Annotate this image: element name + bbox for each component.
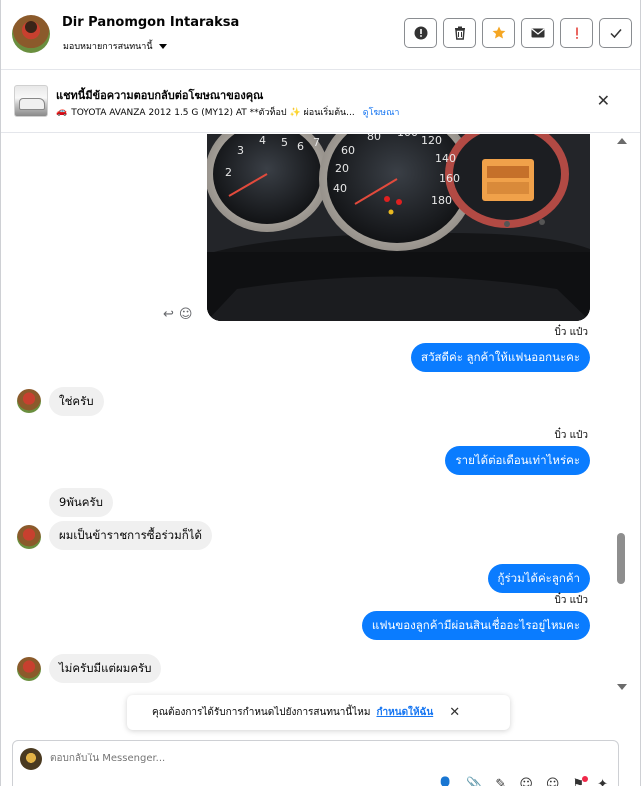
check-icon [609, 29, 622, 39]
ad-context-title: แชทนี้มีข้อความตอบกลับต่อโฆษณาของคุณ [56, 89, 264, 102]
reply-icon[interactable]: ↩ [163, 307, 174, 322]
report-spam-button[interactable] [404, 18, 437, 48]
svg-text:2: 2 [225, 166, 232, 179]
sender-name: บิ๋ว แป๋ว [554, 327, 588, 338]
svg-text:3: 3 [237, 144, 244, 157]
close-icon[interactable]: ✕ [449, 705, 460, 720]
add-person-icon[interactable]: 👤 [437, 777, 453, 786]
dashboard-photo-attachment[interactable]: 23 4 567 40 20 60 80 100120 140 160 180 [207, 134, 590, 321]
outgoing-message[interactable]: สวัสดีค่ะ ลูกค้าให้แฟนออกนะคะ [411, 343, 590, 372]
svg-text:180: 180 [431, 194, 452, 207]
emoji-icon[interactable]: ☺ [546, 777, 560, 786]
incoming-message[interactable]: ไม่ครับมีแต่ผมครับ [49, 654, 162, 683]
report-icon [414, 26, 427, 40]
incoming-message[interactable]: 9พันครับ [49, 488, 113, 517]
assign-label: มอบหมายการสนทนานี้ [63, 42, 153, 52]
scroll-down-arrow-icon[interactable] [617, 684, 627, 690]
svg-text:80: 80 [367, 134, 381, 143]
svg-text:40: 40 [333, 182, 347, 195]
mark-done-button[interactable] [599, 18, 632, 48]
delete-button[interactable] [443, 18, 476, 48]
contact-avatar-small [17, 389, 41, 413]
scroll-up-arrow-icon[interactable] [617, 138, 627, 144]
photo-message-actions: ↩ ☺ [163, 307, 192, 322]
page-avatar [20, 748, 42, 770]
svg-text:160: 160 [439, 172, 460, 185]
header-actions [404, 18, 632, 48]
incoming-message[interactable]: ใช่ครับ [49, 387, 104, 416]
contact-avatar-small [17, 657, 41, 681]
sender-name: บิ๋ว แป๋ว [554, 595, 588, 606]
envelope-icon [530, 28, 545, 38]
assign-prompt-toast: คุณต้องการได้รับการกำหนดไปยังการสนทนานี้… [127, 695, 510, 730]
outgoing-message[interactable]: แฟนของลูกค้ามีผ่อนสินเชื่ออะไรอยู่ไหมคะ [361, 611, 590, 640]
outgoing-message[interactable]: กู้ร่วมได้ค่ะลูกค้า [487, 564, 590, 593]
svg-text:6: 6 [297, 140, 304, 153]
sender-name: บิ๋ว แป๋ว [554, 430, 588, 441]
reply-composer: 👤 📎 ✎ ☺ ☺ ⚑ ✦ [12, 740, 619, 786]
attach-icon[interactable]: 📎 [466, 777, 482, 786]
outgoing-message[interactable]: รายได้ต่อเดือนเท่าไหร่คะ [445, 446, 590, 475]
close-icon[interactable]: ✕ [597, 91, 610, 110]
chevron-down-icon [158, 43, 167, 49]
messenger-inbox-window: Dir Panomgon Intaraksa มอบหมายการสนทนานี… [0, 0, 641, 786]
react-emoji-icon[interactable]: ☺ [179, 307, 193, 322]
svg-text:120: 120 [421, 134, 442, 147]
svg-text:4: 4 [259, 134, 266, 147]
ad-car-thumbnail[interactable] [14, 85, 48, 117]
svg-text:60: 60 [341, 144, 355, 157]
sparkle-icon[interactable]: ✦ [597, 777, 608, 786]
svg-text:5: 5 [281, 136, 288, 149]
thread-scrollbar[interactable] [613, 134, 629, 690]
star-button[interactable] [482, 18, 515, 48]
edit-icon[interactable]: ✎ [495, 777, 506, 786]
flag-button[interactable] [560, 18, 593, 48]
conversation-header: Dir Panomgon Intaraksa มอบหมายการสนทนานี… [1, 0, 640, 70]
svg-text:140: 140 [435, 152, 456, 165]
ad-car-description: TOYOTA AVANZA 2012 1.5 G (MY12) AT **ตัว… [71, 108, 355, 118]
view-ad-link[interactable]: ดูโฆษณา [363, 105, 400, 119]
trash-icon [454, 26, 465, 40]
ad-context-bar: แชทนี้มีข้อความตอบกลับต่อโฆษณาของคุณ 🚗 T… [1, 71, 640, 133]
car-icon: 🚗 [56, 107, 68, 117]
reply-input[interactable] [50, 753, 450, 764]
message-thread[interactable]: 23 4 567 40 20 60 80 100120 140 160 180 ↩ ☺ บิ๋ว … [1, 134, 629, 690]
exclamation-icon [575, 27, 578, 39]
assign-prompt-text: คุณต้องการได้รับการกำหนดไปยังการสนทนานี้… [152, 707, 371, 718]
contact-name[interactable]: Dir Panomgon Intaraksa [62, 15, 239, 30]
star-icon [492, 26, 505, 39]
assign-to-me-link[interactable]: กำหนดให้ฉัน [376, 705, 433, 720]
contact-avatar-small [17, 525, 41, 549]
incoming-message[interactable]: ผมเป็นข้าราชการซื้อร่วมก็ได้ [49, 521, 212, 550]
svg-text:7: 7 [313, 136, 320, 149]
svg-text:100: 100 [397, 134, 418, 139]
sticker-icon[interactable]: ☺ [519, 777, 533, 786]
svg-text:20: 20 [335, 162, 349, 175]
contact-avatar[interactable] [12, 15, 50, 53]
assign-conversation-dropdown[interactable]: มอบหมายการสนทนานี้ [63, 39, 167, 53]
mark-unread-button[interactable] [521, 18, 554, 48]
composer-tools: 👤 📎 ✎ ☺ ☺ ⚑ ✦ [437, 776, 608, 786]
scrollbar-thumb[interactable] [617, 533, 625, 584]
car-dashboard-image: 23 4 567 40 20 60 80 100120 140 160 180 [207, 134, 590, 321]
ad-context-subtitle: 🚗 TOYOTA AVANZA 2012 1.5 G (MY12) AT **ต… [56, 105, 399, 119]
flag-icon[interactable]: ⚑ [572, 776, 588, 786]
